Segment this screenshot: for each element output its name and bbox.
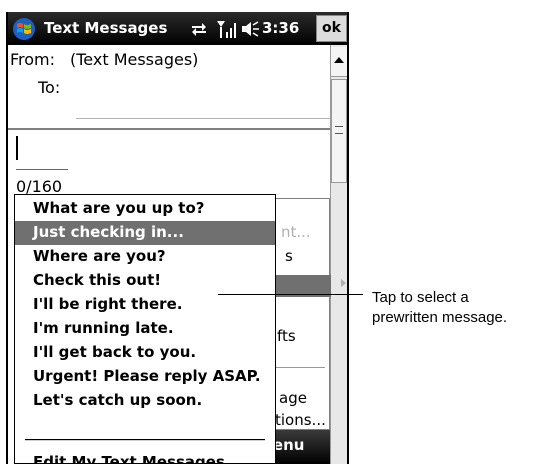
message-item[interactable]: I'll get back to you. (15, 341, 275, 365)
device-screen: Text Messages 3:36 ok From: (Text Message… (6, 12, 349, 464)
message-item[interactable]: Check this out! (15, 269, 275, 293)
message-item[interactable]: I'll be right there. (15, 293, 275, 317)
from-label: From: (10, 50, 56, 69)
scroll-thumb[interactable] (331, 79, 347, 183)
menu-separator-shadow (25, 440, 265, 441)
title-bar: Text Messages 3:36 ok (8, 12, 347, 45)
message-item-selected[interactable]: Just checking in... (15, 221, 275, 245)
scroll-up-arrow-icon[interactable] (331, 47, 347, 77)
volume-icon[interactable] (240, 20, 260, 38)
ok-button[interactable]: ok (316, 15, 347, 42)
under-menu-item[interactable]: nt... (281, 223, 311, 241)
callout-line (218, 294, 363, 295)
message-item[interactable]: Urgent! Please reply ASAP. (15, 365, 275, 389)
to-field[interactable]: To: (38, 78, 60, 97)
sync-icon[interactable] (190, 20, 208, 38)
callout-text: Tap to select a prewritten message. (372, 288, 550, 328)
under-menu-item[interactable]: fts (277, 327, 296, 345)
callout-line1: Tap to select a (372, 289, 469, 306)
from-value[interactable]: (Text Messages) (70, 50, 198, 69)
message-item[interactable]: Let's catch up soon. (15, 389, 275, 413)
message-item[interactable]: I'm running late. (15, 317, 275, 341)
app-title: Text Messages (44, 19, 168, 37)
prewritten-messages-menu: What are you up to? Just checking in... … (14, 194, 276, 464)
to-label: To: (38, 78, 61, 97)
under-menu-item[interactable]: age (279, 389, 307, 407)
callout-line2: prewritten message. (372, 309, 508, 326)
signal-icon[interactable] (216, 19, 238, 39)
edit-messages-item[interactable]: Edit My Text Messages... (15, 451, 275, 464)
to-underline (76, 118, 330, 119)
vertical-scrollbar[interactable] (330, 45, 347, 464)
from-field[interactable]: From: (Text Messages) (10, 50, 198, 69)
header-divider (8, 128, 330, 130)
text-cursor (16, 136, 18, 160)
under-menu-item[interactable]: s (285, 247, 293, 265)
message-item[interactable]: Where are you? (15, 245, 275, 269)
counter-underline (16, 169, 68, 170)
message-item[interactable]: What are you up to? (15, 197, 275, 221)
windows-start-icon[interactable] (12, 17, 36, 41)
submenu-arrow-icon (341, 279, 346, 287)
clock[interactable]: 3:36 (262, 19, 299, 37)
under-menu-item[interactable]: tions... (275, 411, 326, 429)
